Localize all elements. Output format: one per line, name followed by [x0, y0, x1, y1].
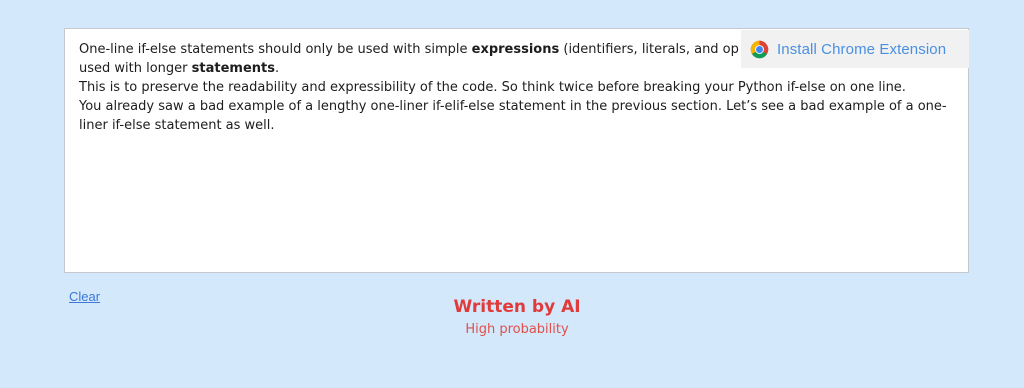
text-line1-post: (identifiers, literals, and op — [559, 42, 739, 57]
detection-result: Written by AI High probability — [0, 295, 1024, 341]
text-line3: This is to preserve the readability and … — [79, 80, 906, 95]
text-line1-pre: One-line if-else statements should only … — [79, 42, 472, 57]
result-title: Written by AI — [453, 297, 581, 317]
text-line2-post: . — [274, 61, 280, 76]
result-subtitle: High probability — [465, 322, 569, 337]
chrome-icon — [750, 40, 769, 59]
install-extension-label: Install Chrome Extension — [777, 40, 947, 58]
install-extension-button[interactable]: Install Chrome Extension — [741, 30, 969, 68]
text-line4: You already saw a bad example of a lengt… — [79, 99, 947, 133]
text-line2-pre: used with longer — [79, 61, 192, 76]
text-bold-expressions: expressions — [471, 42, 560, 57]
page: One-line if-else statements should only … — [0, 0, 1024, 388]
text-bold-statements: statements — [191, 61, 275, 76]
